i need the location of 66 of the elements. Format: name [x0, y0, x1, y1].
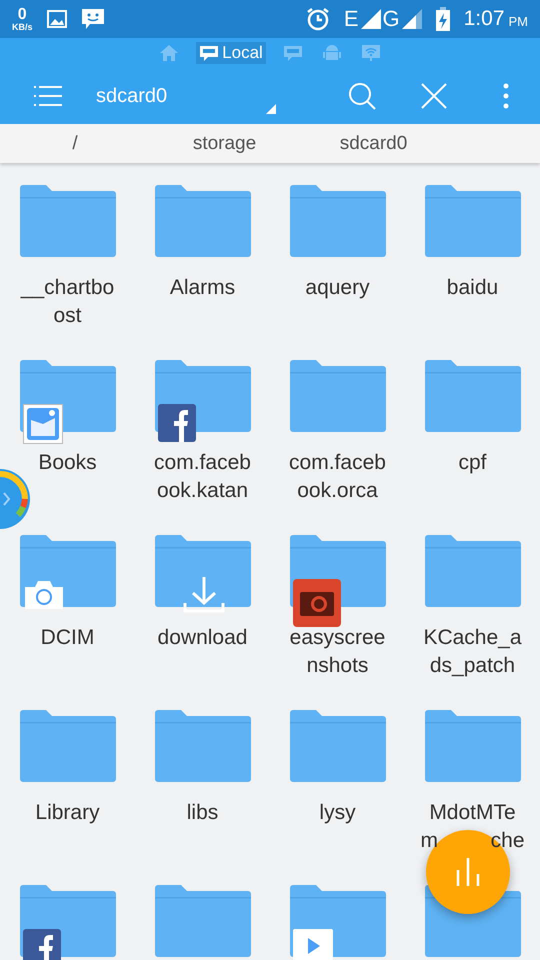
folder-icon: [424, 535, 520, 607]
folder-name[interactable]: __chartboost: [18, 274, 118, 330]
signal-icon: [360, 9, 380, 29]
camera-app-icon: [292, 579, 340, 627]
folder-icon: [154, 885, 250, 957]
folder-icon: [424, 710, 520, 782]
download-icon: [182, 575, 224, 615]
facebook-icon: [22, 929, 60, 960]
clock-ampm: PM: [508, 14, 528, 28]
folder-icon: [154, 535, 250, 607]
folder-name[interactable]: DCIM: [18, 624, 118, 652]
folder-icon: [154, 185, 250, 257]
more-icon: [503, 83, 509, 109]
folder-name[interactable]: MdotMTe: [422, 799, 522, 827]
folder-name[interactable]: easyscreenshots: [288, 624, 388, 680]
folder-icon: [290, 360, 386, 432]
folder-name-fragment: m: [420, 828, 438, 854]
android-icon: [322, 44, 341, 62]
battery-charging-icon: [436, 7, 450, 31]
folder-name[interactable]: lysy: [288, 799, 388, 827]
folder-icon: [424, 185, 520, 257]
facebook-icon: [158, 404, 196, 442]
camera-icon: [22, 579, 64, 611]
close-icon: [421, 83, 447, 109]
folder-name[interactable]: com.facebook.katan: [152, 449, 252, 505]
network-type: E: [344, 6, 358, 32]
clock-time: 1:07: [464, 7, 504, 31]
image-icon: [46, 10, 67, 28]
folder-name[interactable]: download: [152, 624, 252, 652]
sd-card-icon: [282, 44, 303, 62]
folder-name[interactable]: Library: [18, 799, 118, 827]
search-icon: [348, 82, 376, 110]
menu-icon: [34, 85, 62, 107]
dropdown-icon: [266, 104, 276, 114]
folder-name[interactable]: cpf: [422, 449, 522, 477]
breadcrumb-item[interactable]: /: [0, 124, 150, 163]
folder-name[interactable]: Alarms: [152, 274, 252, 302]
wifi-screen-icon: [360, 44, 381, 62]
folder-name[interactable]: KCache_ads_patch: [422, 624, 522, 680]
network-speed: 0: [18, 6, 27, 22]
folder-icon: [20, 710, 116, 782]
network-type: G: [382, 6, 400, 32]
signal-icon: [402, 9, 422, 29]
tab-label: Local: [222, 43, 263, 63]
bar-chart-icon: [455, 858, 481, 886]
home-icon: [159, 44, 180, 62]
breadcrumb-item[interactable]: storage: [150, 124, 299, 163]
folder-icon: [20, 185, 116, 257]
folder-icon: [424, 360, 520, 432]
folder-name[interactable]: aquery: [288, 274, 388, 302]
folder-icon: [290, 185, 386, 257]
message-icon: [80, 8, 105, 30]
gallery-icon: [22, 404, 62, 444]
folder-name[interactable]: baidu: [422, 274, 522, 302]
folder-name[interactable]: Books: [18, 449, 118, 477]
folder-name[interactable]: com.facebook.orca: [288, 449, 388, 505]
speed-unit: KB/s: [12, 22, 33, 32]
breadcrumb-item[interactable]: sdcard0: [299, 124, 448, 163]
floating-widget-icon[interactable]: [0, 467, 32, 531]
sd-card-icon: [199, 44, 220, 62]
folder-icon: [154, 710, 250, 782]
folder-name[interactable]: libs: [152, 799, 252, 827]
folder-name-fragment: che: [490, 828, 524, 854]
video-icon: [292, 929, 332, 960]
alarm-icon: [306, 7, 330, 31]
folder-icon: [290, 710, 386, 782]
